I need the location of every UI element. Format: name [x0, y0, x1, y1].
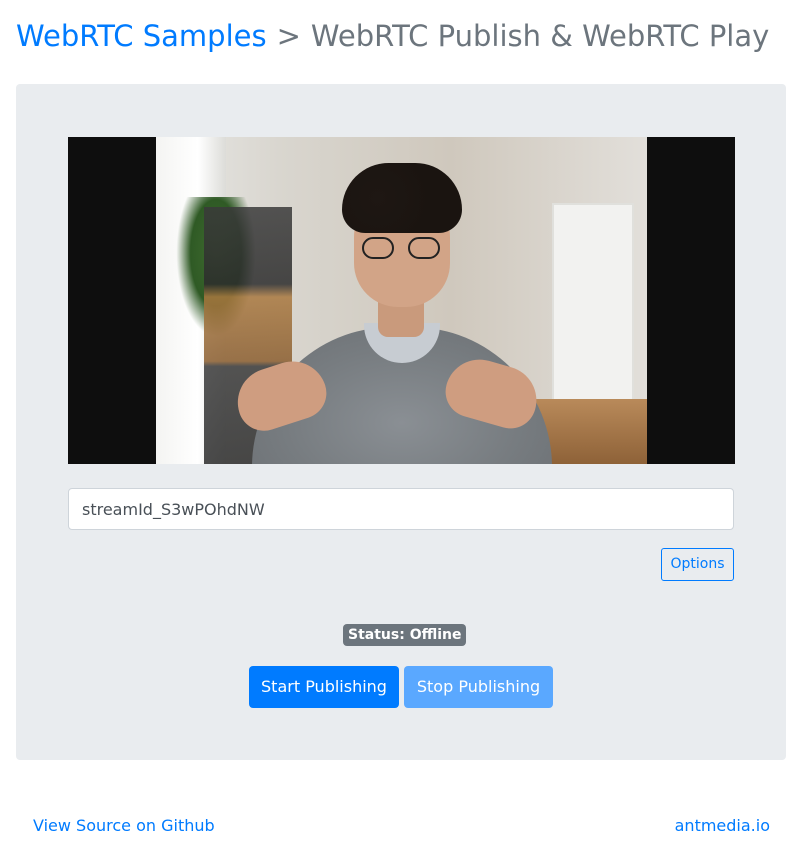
antmedia-link[interactable]: antmedia.io — [675, 815, 770, 837]
page-title: WebRTC Publish & WebRTC Play — [310, 19, 770, 53]
stop-publishing-button[interactable]: Stop Publishing — [404, 666, 553, 708]
person-hair — [342, 163, 462, 233]
status-badge: Status: Offline — [343, 624, 467, 646]
camera-frame — [156, 137, 647, 464]
person-glasses — [362, 237, 442, 259]
breadcrumb-separator: > — [276, 19, 301, 53]
publish-panel: Options Status: Offline Start Publishing… — [16, 84, 786, 760]
view-source-github-link[interactable]: View Source on Github — [33, 815, 215, 837]
stream-id-input[interactable] — [68, 488, 734, 530]
start-publishing-button[interactable]: Start Publishing — [249, 666, 399, 708]
breadcrumb-webrtc-samples-link[interactable]: WebRTC Samples — [16, 19, 267, 53]
options-button[interactable]: Options — [661, 548, 734, 581]
local-video-preview — [68, 137, 735, 464]
page-header: WebRTC Samples > WebRTC Publish & WebRTC P… — [16, 14, 769, 58]
background-door — [552, 203, 634, 403]
